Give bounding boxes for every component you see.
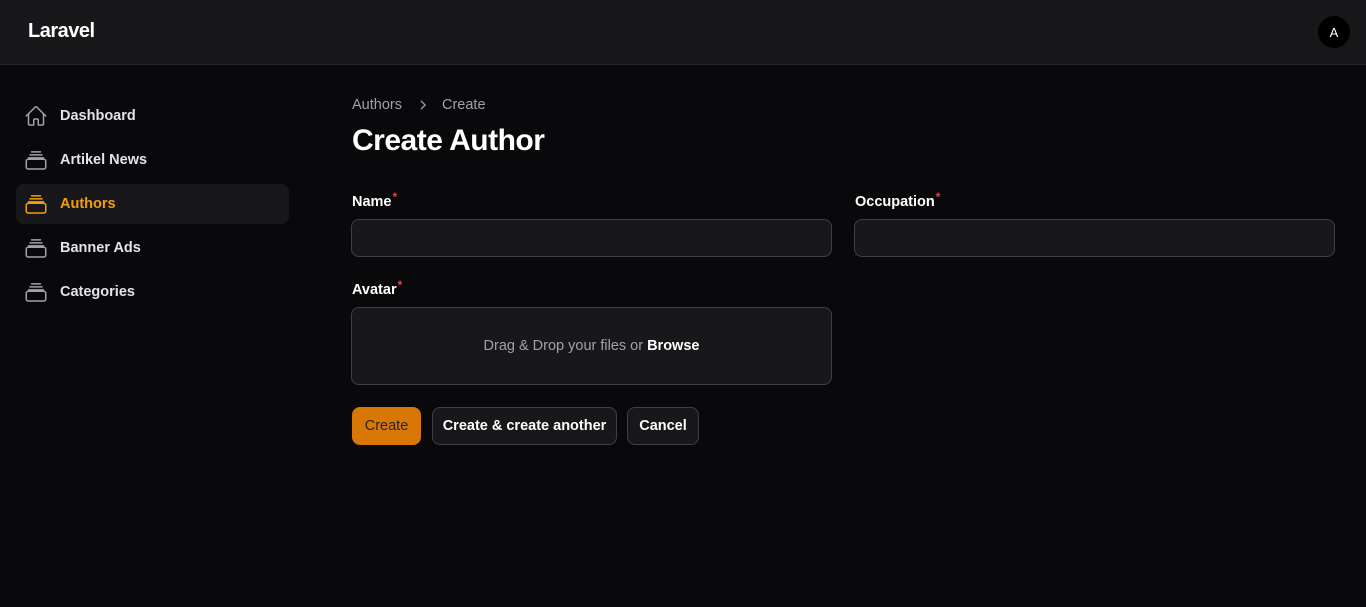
sidebar-item-categories[interactable]: Categories <box>16 272 289 312</box>
required-mark: * <box>397 278 403 292</box>
rectangle-stack-icon <box>24 280 48 304</box>
breadcrumb-parent-link[interactable]: Authors <box>352 97 402 113</box>
avatar-label-text: Avatar <box>352 282 397 298</box>
required-mark: * <box>935 190 941 204</box>
sidebar-item-label: Authors <box>60 196 116 212</box>
avatar-label: Avatar* <box>352 278 402 298</box>
name-label: Name* <box>352 190 397 210</box>
sidebar-item-banner-ads[interactable]: Banner Ads <box>16 228 289 268</box>
name-input[interactable] <box>351 219 832 257</box>
sidebar-item-label: Dashboard <box>60 108 136 124</box>
occupation-label: Occupation* <box>855 190 940 210</box>
name-label-text: Name <box>352 194 392 210</box>
rectangle-stack-icon <box>24 236 48 260</box>
rectangle-stack-icon <box>24 148 48 172</box>
brand-logo[interactable]: Laravel <box>28 20 95 43</box>
create-button[interactable]: Create <box>352 407 421 445</box>
sidebar-item-label: Categories <box>60 284 135 300</box>
sidebar: Dashboard Artikel News Authors Banner Ad… <box>16 96 289 316</box>
topbar: Laravel A <box>0 0 1366 65</box>
breadcrumb-current: Create <box>441 97 486 113</box>
sidebar-item-label: Banner Ads <box>60 240 141 256</box>
rectangle-stack-icon <box>24 192 48 216</box>
dropzone-text: Drag & Drop your files or <box>483 338 644 354</box>
home-icon <box>24 104 48 128</box>
occupation-input[interactable] <box>854 219 1335 257</box>
avatar-dropzone[interactable]: Drag & Drop your files or Browse <box>351 307 832 385</box>
cancel-button[interactable]: Cancel <box>627 407 699 445</box>
sidebar-item-artikel-news[interactable]: Artikel News <box>16 140 289 180</box>
page-title: Create Author <box>352 124 545 157</box>
user-avatar[interactable]: A <box>1318 16 1350 48</box>
sidebar-item-authors[interactable]: Authors <box>16 184 289 224</box>
sidebar-item-label: Artikel News <box>60 152 148 168</box>
required-mark: * <box>392 190 398 204</box>
breadcrumb: Authors Create <box>352 97 486 113</box>
browse-link[interactable]: Browse <box>647 338 699 354</box>
occupation-label-text: Occupation <box>855 194 935 210</box>
sidebar-item-dashboard[interactable]: Dashboard <box>16 96 289 136</box>
create-another-button[interactable]: Create & create another <box>432 407 617 445</box>
chevron-right-icon <box>416 98 430 112</box>
